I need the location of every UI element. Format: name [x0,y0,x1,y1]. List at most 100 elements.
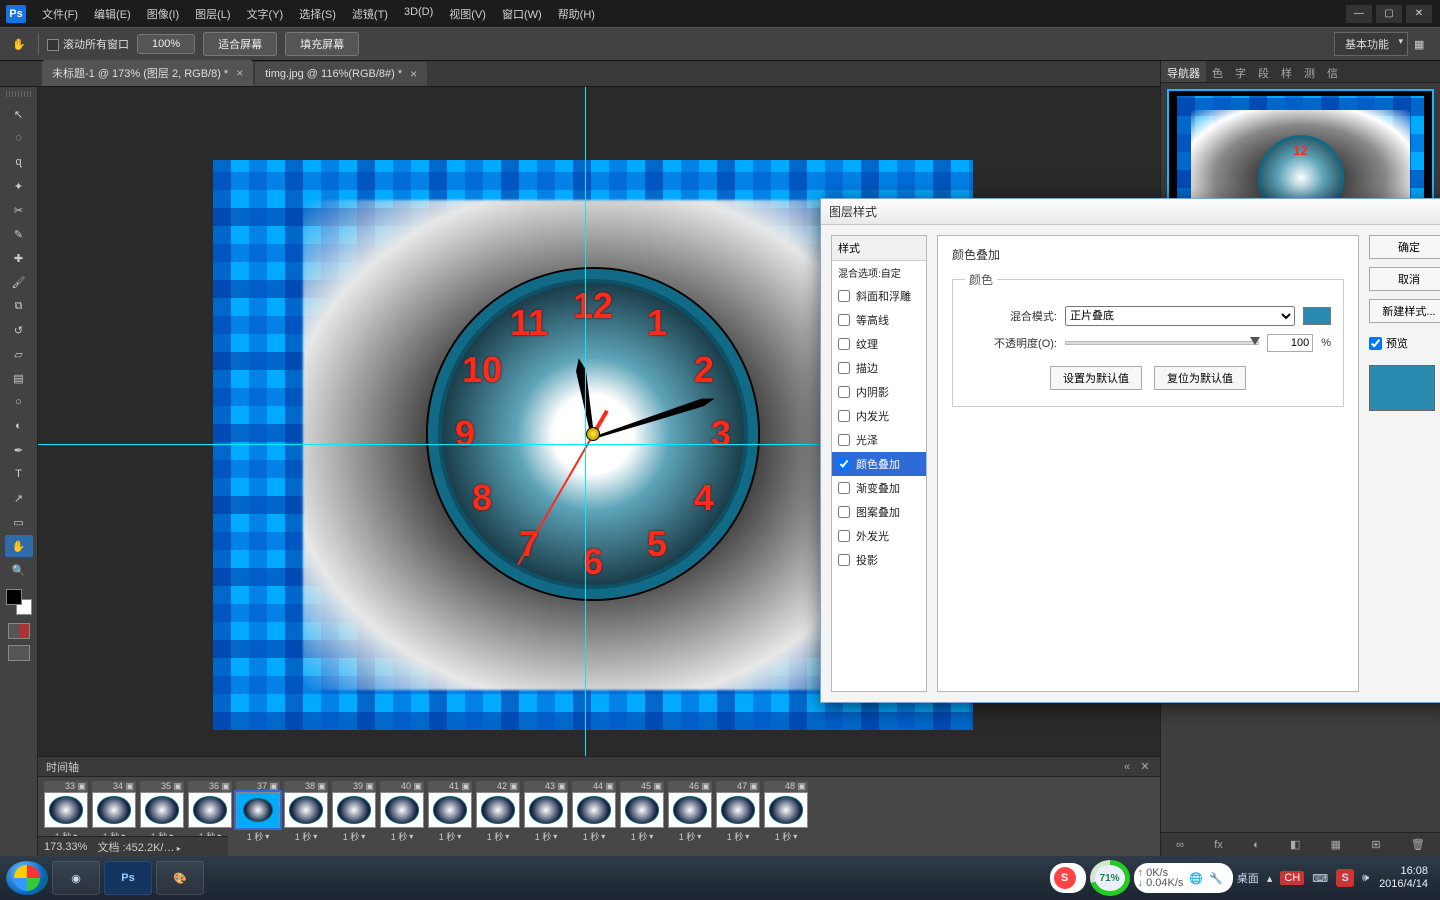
layers-footer-icon[interactable]: ◧ [1290,838,1300,851]
timeline-frame[interactable]: 43 ▣1 秒 [524,781,568,843]
cpu-badge[interactable]: 71% [1090,860,1130,896]
style-checkbox[interactable] [838,290,850,302]
window-maximize[interactable]: ▢ [1376,5,1402,23]
timeline-title[interactable]: 时间轴 [46,759,79,775]
tool-zoom[interactable]: 🔍 [5,559,33,581]
menu-滤镜[interactable]: 滤镜(T) [344,2,396,26]
panel-tab[interactable]: 导航器 [1161,61,1206,82]
menu-文件[interactable]: 文件(F) [34,2,86,26]
document-tab[interactable]: timg.jpg @ 116%(RGB/8#) *× [255,62,427,86]
timeline-frame[interactable]: 41 ▣1 秒 [428,781,472,843]
timeline-frame[interactable]: 34 ▣1 秒 [92,781,136,843]
menu-编辑[interactable]: 编辑(E) [86,2,139,26]
tool-crop[interactable]: ✂ [5,199,33,221]
workspace-dropdown[interactable]: 基本功能 [1334,32,1408,56]
style-checkbox[interactable] [838,482,850,494]
style-checkbox[interactable] [838,506,850,518]
new-style-button[interactable]: 新建样式... [1369,299,1440,323]
layers-footer-icon[interactable]: ∞ [1176,839,1184,851]
menu-视图[interactable]: 视图(V) [441,2,494,26]
timeline-frame[interactable]: 36 ▣1 秒 [188,781,232,843]
tool-hand[interactable]: ✋ [5,535,33,557]
quickmask-toggle[interactable] [8,623,30,639]
close-icon[interactable]: × [236,66,243,80]
timeline-frame[interactable]: 45 ▣1 秒 [620,781,664,843]
timeline-collapse-icon[interactable]: « [1120,760,1134,774]
timeline-frame[interactable]: 35 ▣1 秒 [140,781,184,843]
timeline-close-icon[interactable]: ✕ [1138,760,1152,774]
window-minimize[interactable]: — [1346,5,1372,23]
tool-move[interactable]: ↖ [5,103,33,125]
tool-brush[interactable]: 🖌 [5,271,33,293]
style-item[interactable]: 外发光 [832,524,926,548]
net-speed-pill[interactable]: ↑ 0K/s↓ 0.04K/s 🌐 🔧 [1134,863,1233,893]
tool-type[interactable]: T [5,463,33,485]
style-item[interactable]: 内发光 [832,404,926,428]
guide-vertical[interactable] [585,87,586,796]
panel-tab[interactable]: 字 [1229,61,1252,82]
taskbar-photoshop[interactable]: Ps [104,861,152,895]
document-tab[interactable]: 未标题-1 @ 173% (图层 2, RGB/8) *× [42,60,253,86]
style-checkbox[interactable] [838,530,850,542]
layers-footer-icon[interactable]: 🗑 [1411,838,1425,851]
opacity-slider[interactable] [1065,341,1259,345]
screen-mode-toggle[interactable] [8,645,30,661]
panel-tab[interactable]: 段 [1252,61,1275,82]
tool-wand[interactable]: ✦ [5,175,33,197]
panel-tab[interactable]: 信 [1321,61,1344,82]
window-close[interactable]: ✕ [1406,5,1432,23]
set-default-button[interactable]: 设置为默认值 [1050,366,1142,390]
tool-shape[interactable]: ▭ [5,511,33,533]
styles-header[interactable]: 样式 [832,236,926,261]
tool-heal[interactable]: ✚ [5,247,33,269]
cancel-button[interactable]: 取消 [1369,267,1440,291]
opacity-input[interactable] [1267,334,1313,352]
tool-eyedrop[interactable]: ✎ [5,223,33,245]
style-checkbox[interactable] [838,338,850,350]
blend-mode-select[interactable]: 正片叠底 [1065,306,1295,326]
zoom-100-button[interactable]: 100% [137,34,195,54]
style-item[interactable]: 斜面和浮雕 [832,284,926,308]
style-checkbox[interactable] [838,410,850,422]
cc-bar-icon[interactable]: ▦ [1414,38,1432,51]
sogou-tray-icon[interactable]: S [1336,869,1354,887]
style-item[interactable]: 渐变叠加 [832,476,926,500]
overlay-color-swatch[interactable] [1303,307,1331,325]
blend-options-row[interactable]: 混合选项:自定 [832,261,926,284]
menu-窗口[interactable]: 窗口(W) [494,2,550,26]
style-item[interactable]: 颜色叠加 [832,452,926,476]
style-item[interactable]: 等高线 [832,308,926,332]
panel-grip[interactable] [6,91,32,97]
layers-footer-icon[interactable]: ⊞ [1371,838,1380,851]
style-checkbox[interactable] [838,458,850,470]
tool-dodge[interactable]: ◐ [5,415,33,437]
tool-marquee[interactable]: ◌ [5,127,33,149]
tool-path[interactable]: ↗ [5,487,33,509]
timeline-frame[interactable]: 37 ▣1 秒 [236,781,280,843]
timeline-frame[interactable]: 42 ▣1 秒 [476,781,520,843]
style-checkbox[interactable] [838,554,850,566]
timeline-frame[interactable]: 46 ▣1 秒 [668,781,712,843]
doc-info-readout[interactable]: 文档 :452.2K/… [97,839,180,855]
style-item[interactable]: 描边 [832,356,926,380]
ok-button[interactable]: 确定 [1369,235,1440,259]
tool-stamp[interactable]: ⧉ [5,295,33,317]
panel-tab[interactable]: 色 [1206,61,1229,82]
style-item[interactable]: 光泽 [832,428,926,452]
style-item[interactable]: 图案叠加 [832,500,926,524]
layers-footer-icon[interactable]: fx [1214,839,1223,851]
tool-gradient[interactable]: ▤ [5,367,33,389]
menu-选择[interactable]: 选择(S) [291,2,344,26]
scroll-all-checkbox[interactable]: 滚动所有窗口 [47,36,129,52]
zoom-readout[interactable]: 173.33% [44,841,87,853]
ime-mode-icon[interactable]: ⌨ [1312,872,1328,885]
close-icon[interactable]: × [410,67,417,81]
start-button[interactable] [6,861,48,895]
taskbar-paint[interactable]: 🎨 [156,861,204,895]
tool-pen[interactable]: ✒ [5,439,33,461]
timeline-frame[interactable]: 33 ▣1 秒 [44,781,88,843]
dialog-titlebar[interactable]: 图层样式 [821,199,1440,225]
action-center-icon[interactable]: 🕪 [1362,872,1369,885]
ime-indicator[interactable]: CH [1280,871,1304,885]
menu-3D[interactable]: 3D(D) [396,2,441,26]
